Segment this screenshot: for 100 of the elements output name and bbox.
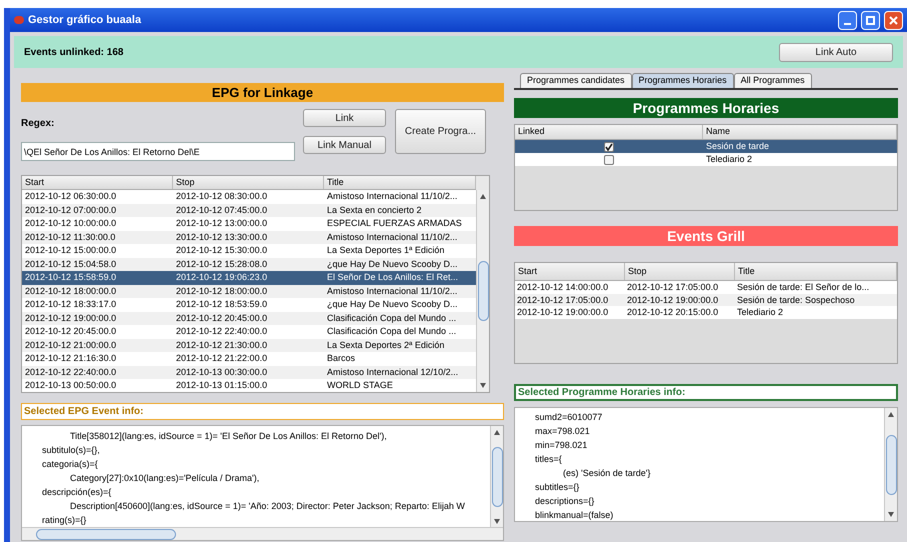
regex-field[interactable]: \QEl Señor De Los Anillos: El Retorno Del\E — [21, 142, 295, 161]
table-cell-text: 2012-10-12 06:30:00.0 — [24, 190, 118, 203]
table-row[interactable]: 2012-10-12 18:00:00.0 2012-10-12 18:00:00.0 Amistoso Internacional 11/10/2... — [22, 284, 476, 298]
table-cell-text: Clasificación Copa del Mundo ... — [326, 312, 458, 325]
table-cell-text: 2012-10-12 19:06:23.0 — [175, 271, 268, 284]
link-auto-button[interactable]: Link Auto — [779, 42, 893, 62]
table-cell-text: 2012-10-12 15:28:08.0 — [175, 258, 268, 270]
table-cell-text: 2012-10-12 20:45:00.0 — [24, 325, 118, 338]
scroll-down-icon[interactable] — [888, 512, 894, 517]
scroll-thumb[interactable] — [478, 261, 488, 321]
table-cell-text: 2012-10-12 17:05:00.0 — [516, 294, 610, 306]
linked-checkbox[interactable] — [604, 154, 614, 164]
table-cell-text: 2012-10-12 18:53:59.0 — [175, 298, 268, 311]
scroll-up-icon[interactable] — [480, 194, 486, 199]
table-cell-text: 2012-10-12 11:30:00.0 — [24, 230, 116, 244]
table-cell-text: 2012-10-12 15:00:00.0 — [24, 244, 118, 257]
column-header[interactable]: Start — [515, 263, 625, 280]
tab[interactable]: Programmes Horaries — [632, 73, 734, 88]
table-cell-text: Sesión de tarde: Sospechoso — [736, 294, 856, 306]
table-cell-text: 2012-10-12 19:00:00.0 — [516, 306, 610, 318]
info-line: subtitles={} — [534, 481, 580, 494]
table-cell-text: 2012-10-12 10:00:00.0 — [24, 217, 118, 230]
epg-header: EPG for Linkage — [21, 83, 504, 102]
info-line: blinkmanual=(false) — [534, 509, 614, 521]
table-cell-text: La Sexta en concierto 2 — [326, 204, 423, 216]
scroll-down-icon[interactable] — [480, 383, 486, 388]
table-row[interactable]: 2012-10-12 10:00:00.0 2012-10-12 13:00:00.0 ESPECIAL FUERZAS ARMADAS — [22, 217, 476, 230]
table-cell-text: 2012-10-12 14:00:00.0 — [516, 281, 610, 294]
table-row[interactable]: 2012-10-13 00:50:00.0 2012-10-13 01:15:00.0 WORLD STAGE — [22, 379, 476, 392]
info-line: descripción(es)={ — [41, 486, 112, 499]
table-row[interactable]: 2012-10-12 22:40:00.0 2012-10-13 00:30:00.0 Amistoso Internacional 12/10/2... — [22, 366, 476, 379]
table-cell-text: 2012-10-12 15:30:00.0 — [175, 244, 268, 257]
events-unlinked-label: Events unlinked: 168 — [24, 46, 124, 60]
scroll-up-icon[interactable] — [888, 412, 894, 417]
column-header[interactable]: Title — [324, 176, 476, 189]
table-row[interactable]: 2012-10-12 21:00:00.0 2012-10-12 21:30:00.0 La Sexta Deportes 2ª Edición — [22, 338, 476, 352]
table-cell-text: 2012-10-12 21:30:00.0 — [175, 338, 268, 352]
table-row[interactable]: 2012-10-12 15:04:58.0 2012-10-12 15:28:08.0 ¿que Hay De Nuevo Scooby D... — [22, 258, 476, 271]
info-line: rating(s)={} — [41, 514, 88, 527]
table-row[interactable]: 2012-10-12 21:16:30.0 2012-10-12 21:22:00.0 Barcos — [22, 352, 476, 366]
table-cell-text: WORLD STAGE — [326, 379, 394, 392]
horizontal-scrollbar[interactable] — [22, 527, 503, 540]
table-row[interactable]: 2012-10-12 20:45:00.0 2012-10-12 22:40:00.0 Clasificación Copa del Mundo ... — [22, 325, 476, 338]
tab[interactable]: All Programmes — [734, 73, 812, 88]
link-manual-button[interactable]: Link Manual — [303, 136, 386, 154]
scroll-thumb[interactable] — [492, 447, 502, 507]
table-cell-text: Barcos — [326, 352, 356, 365]
table-row[interactable]: 2012-10-12 15:58:59.0 2012-10-12 19:06:23.0 El Señor De Los Anillos: El Ret... — [22, 271, 476, 284]
column-header[interactable]: Linked — [515, 125, 703, 139]
table-cell-text: 2012-10-12 13:00:00.0 — [175, 217, 268, 230]
column-header[interactable]: Stop — [625, 263, 735, 280]
column-header[interactable]: Name — [703, 125, 897, 139]
table-cell-text: 2012-10-12 21:22:00.0 — [175, 352, 268, 365]
column-header[interactable]: Start — [22, 176, 173, 189]
table-cell-text: ¿que Hay De Nuevo Scooby D... — [326, 258, 459, 271]
table-row[interactable]: 2012-10-12 18:33:17.0 2012-10-12 18:53:59.0 ¿que Hay De Nuevo Scooby D... — [22, 298, 476, 312]
scroll-thumb[interactable] — [36, 528, 176, 540]
info-line: max=798.021 — [534, 425, 591, 438]
info-line: (es) 'Sesión de tarde'} — [562, 467, 652, 480]
table-cell-text: 2012-10-13 00:30:00.0 — [175, 366, 268, 378]
table-cell-text: 2012-10-12 19:00:00.0 — [626, 294, 720, 306]
linked-checkbox[interactable] — [604, 142, 614, 152]
minimize-button[interactable] — [838, 10, 857, 30]
table-cell-text: 2012-10-12 18:33:17.0 — [24, 298, 118, 311]
table-row[interactable]: 2012-10-12 11:30:00.0 2012-10-12 13:30:00.0 Amistoso Internacional 11/10/2... — [22, 230, 476, 244]
check-icon — [605, 142, 613, 150]
column-header[interactable]: Title — [735, 263, 897, 280]
scroll-thumb[interactable] — [886, 434, 896, 494]
link-button[interactable]: Link — [303, 109, 386, 127]
tab[interactable]: Programmes candidates — [520, 73, 632, 88]
info-line: Category[27]:0x10(lang:es)='Película / Drama'), — [69, 472, 260, 485]
table-cell-text: 2012-10-12 07:00:00.0 — [24, 204, 118, 216]
programmes-header: Programmes Horaries — [514, 98, 898, 118]
table-row[interactable]: 2012-10-12 07:00:00.0 2012-10-12 07:45:00.0 La Sexta en concierto 2 — [22, 204, 476, 217]
table-cell-text: 2012-10-12 18:00:00.0 — [24, 284, 118, 298]
close-button[interactable] — [884, 10, 903, 30]
table-cell-text: Telediario 2 — [705, 153, 754, 166]
table-cell-text: ESPECIAL FUERZAS ARMADAS — [326, 217, 463, 230]
vertical-scrollbar[interactable] — [884, 408, 897, 521]
table-cell-text: 2012-10-13 01:15:00.0 — [175, 379, 268, 392]
table-cell-text: 2012-10-12 08:30:00.0 — [175, 190, 268, 203]
table-cell-text: 2012-10-12 15:58:59.0 — [24, 271, 118, 284]
table-cell-text: 2012-10-12 07:45:00.0 — [175, 204, 268, 216]
column-header[interactable]: Stop — [173, 176, 324, 189]
table-row[interactable]: Sesión de tarde — [515, 140, 897, 153]
table-row[interactable]: 2012-10-12 15:00:00.0 2012-10-12 15:30:00.0 La Sexta Deportes 1ª Edición — [22, 244, 476, 258]
table-cell-text: 2012-10-12 21:16:30.0 — [24, 352, 118, 365]
maximize-button[interactable] — [861, 10, 880, 30]
table-cell-text: 2012-10-12 19:00:00.0 — [24, 312, 118, 324]
table-row[interactable]: 2012-10-12 06:30:00.0 2012-10-12 08:30:00.0 Amistoso Internacional 11/10/2... — [22, 190, 476, 204]
table-row[interactable]: Telediario 2 — [515, 153, 897, 166]
vertical-scrollbar[interactable] — [490, 426, 503, 527]
table-cell-text: Clasificación Copa del Mundo ... — [326, 325, 458, 338]
scroll-up-icon[interactable] — [494, 430, 500, 435]
table-row[interactable]: 2012-10-12 19:00:00.0 2012-10-12 20:45:00.0 Clasificación Copa del Mundo ... — [22, 312, 476, 325]
vertical-scrollbar[interactable] — [476, 190, 489, 392]
table-cell-text: 2012-10-13 00:50:00.0 — [24, 379, 118, 392]
window-title: Gestor gráfico buaala — [28, 12, 142, 28]
table-cell-text: Sesión de tarde — [705, 140, 770, 153]
create-programme-button[interactable]: Create Progra... — [395, 109, 486, 154]
